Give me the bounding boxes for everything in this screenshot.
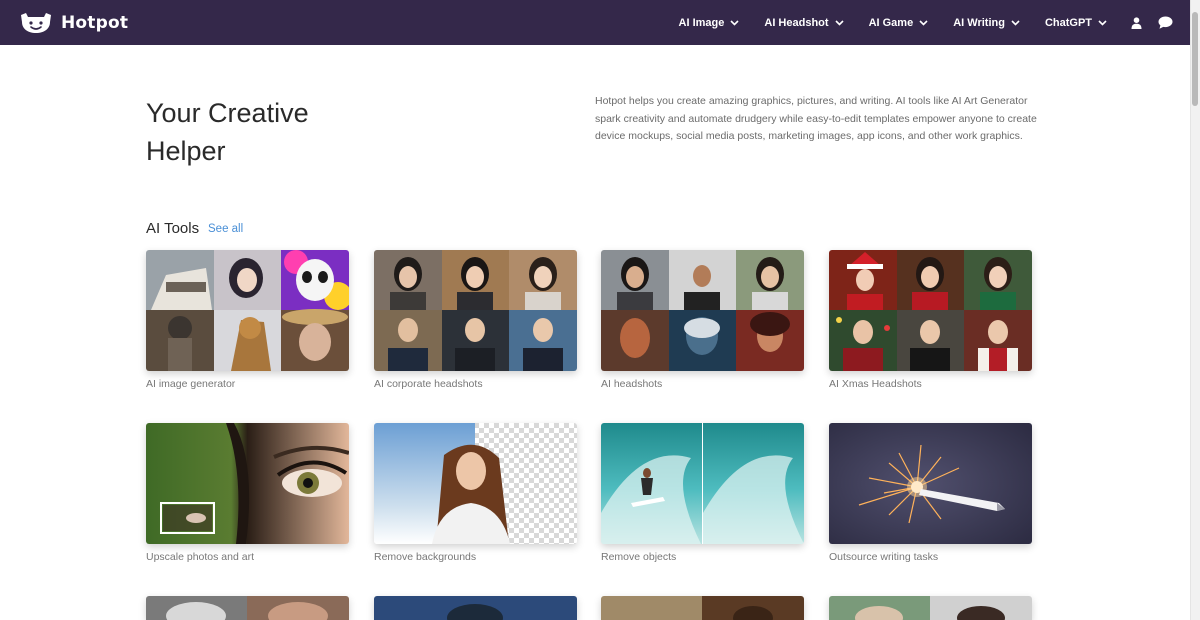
tool-card-remove-backgrounds[interactable]: Remove backgrounds bbox=[374, 423, 577, 563]
chat-button[interactable] bbox=[1158, 16, 1173, 29]
chat-icon bbox=[1158, 16, 1173, 29]
tool-caption: AI headshots bbox=[601, 378, 663, 390]
tool-caption: Upscale photos and art bbox=[146, 551, 254, 563]
tool-thumbnail bbox=[829, 596, 1032, 620]
ai-headshots-collage-image bbox=[601, 250, 804, 371]
tool-thumbnail bbox=[146, 596, 349, 620]
tool-card-ai-xmas-headshots[interactable]: AI Xmas Headshots bbox=[829, 250, 1032, 390]
chevron-down-icon bbox=[919, 19, 928, 26]
colorize-portrait-image bbox=[829, 596, 1032, 620]
hero-description: Hotpot helps you create amazing graphics… bbox=[595, 95, 1037, 142]
nav-item-label: AI Game bbox=[868, 16, 914, 29]
tool-thumbnail bbox=[601, 423, 804, 544]
tool-thumbnail bbox=[374, 250, 577, 371]
tool-card-partial[interactable] bbox=[601, 596, 804, 620]
chevron-down-icon bbox=[834, 19, 844, 26]
nav-item-label: AI Writing bbox=[953, 16, 1005, 29]
nav-item-ai-writing[interactable]: AI Writing bbox=[953, 17, 1020, 29]
user-icon bbox=[1131, 16, 1142, 29]
account-button[interactable] bbox=[1131, 16, 1142, 29]
old-photo-restore-image bbox=[601, 596, 804, 620]
hero-title-line-1: Your Creative bbox=[146, 98, 309, 128]
tool-caption: AI Xmas Headshots bbox=[829, 378, 922, 390]
hotpot-logo-icon bbox=[21, 12, 51, 33]
xmas-headshots-collage-image bbox=[829, 250, 1032, 371]
nav-item-ai-game[interactable]: AI Game bbox=[869, 17, 929, 29]
main-nav: AI Image AI Headshot AI Game AI Writing … bbox=[654, 0, 1190, 45]
tool-card-partial[interactable] bbox=[829, 596, 1032, 620]
tool-thumbnail bbox=[146, 250, 349, 371]
ai-art-collage-image bbox=[146, 250, 349, 371]
tool-caption: Outsource writing tasks bbox=[829, 551, 939, 563]
tool-card-outsource-writing[interactable]: Outsource writing tasks bbox=[829, 423, 1032, 563]
tool-card-partial[interactable] bbox=[146, 596, 349, 620]
tool-caption: Remove objects bbox=[601, 551, 677, 563]
painting-portrait-image bbox=[374, 596, 577, 620]
tool-thumbnail bbox=[829, 250, 1032, 371]
tool-card-partial[interactable] bbox=[374, 596, 577, 620]
hero-title-line-2: Helper bbox=[146, 136, 226, 166]
tool-thumbnail bbox=[601, 596, 804, 620]
tool-card-upscale-photos[interactable]: Upscale photos and art bbox=[146, 423, 349, 563]
tool-card-ai-corporate-headshots[interactable]: AI corporate headshots bbox=[374, 250, 577, 390]
nav-item-chatgpt[interactable]: ChatGPT bbox=[1045, 17, 1107, 29]
tool-caption: Remove backgrounds bbox=[374, 551, 477, 563]
chevron-down-icon bbox=[730, 19, 739, 26]
nav-item-label: AI Image bbox=[678, 16, 725, 29]
tool-thumbnail bbox=[601, 250, 804, 371]
tool-card-ai-headshots[interactable]: AI headshots bbox=[601, 250, 804, 390]
scrollbar-thumb[interactable] bbox=[1192, 12, 1198, 106]
tool-card-remove-objects[interactable]: Remove objects bbox=[601, 423, 804, 563]
nav-item-label: ChatGPT bbox=[1044, 16, 1092, 29]
corporate-headshots-collage-image bbox=[374, 250, 577, 371]
bw-portrait-image bbox=[146, 596, 349, 620]
nav-item-ai-headshot[interactable]: AI Headshot bbox=[764, 16, 844, 29]
brand-logo[interactable]: Hotpot bbox=[19, 12, 128, 34]
upscale-eye-closeup-image bbox=[146, 423, 349, 544]
sparkler-pen-image bbox=[829, 423, 1032, 544]
chevron-down-icon bbox=[1011, 19, 1020, 26]
top-navigation-bar: Hotpot AI Image AI Headshot AI Game AI W… bbox=[0, 0, 1190, 45]
nav-item-ai-image[interactable]: AI Image bbox=[679, 17, 740, 29]
tool-thumbnail bbox=[829, 423, 1032, 544]
remove-objects-wave-image bbox=[601, 423, 804, 544]
brand-name: Hotpot bbox=[61, 12, 129, 33]
tool-card-ai-image-generator[interactable]: AI image generator bbox=[146, 250, 349, 390]
chevron-down-icon bbox=[1098, 19, 1107, 26]
tool-thumbnail bbox=[374, 596, 577, 620]
tool-thumbnail bbox=[146, 423, 349, 544]
section-title: AI Tools bbox=[146, 220, 200, 237]
tool-caption: AI corporate headshots bbox=[374, 378, 483, 390]
remove-background-portrait-image bbox=[374, 423, 577, 544]
tool-caption: AI image generator bbox=[146, 378, 236, 390]
see-all-link[interactable]: See all bbox=[208, 223, 243, 235]
tool-thumbnail bbox=[374, 423, 577, 544]
nav-item-label: AI Headshot bbox=[764, 16, 829, 29]
hero-title: Your Creative Helper bbox=[146, 94, 309, 170]
